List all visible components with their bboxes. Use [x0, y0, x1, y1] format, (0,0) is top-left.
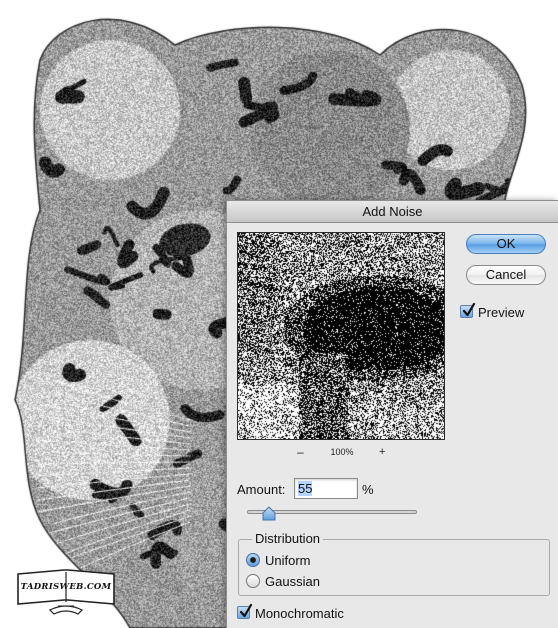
amount-unit-label: % [362, 482, 374, 497]
zoom-in-button[interactable]: + [379, 445, 385, 460]
monochromatic-checkbox[interactable] [237, 603, 253, 619]
amount-slider-thumb[interactable] [261, 506, 277, 522]
add-noise-dialog: Add Noise – 100% + OK Cancel Preview Amo… [226, 200, 558, 628]
watermark-logo: TADRISWEB.COM [14, 566, 118, 618]
watermark-text: TADRISWEB.COM [20, 582, 112, 592]
monochromatic-label[interactable]: Monochromatic [255, 606, 344, 621]
checkmark-icon [462, 302, 476, 317]
zoom-level-label: 100% [330, 447, 354, 457]
preview-label[interactable]: Preview [478, 305, 524, 320]
filter-preview[interactable] [237, 232, 445, 440]
dialog-title: Add Noise [227, 201, 558, 223]
cancel-button[interactable]: Cancel [466, 265, 546, 285]
distribution-legend: Distribution [252, 531, 324, 546]
preview-checkbox[interactable] [460, 302, 476, 318]
gaussian-radio[interactable] [246, 574, 260, 588]
amount-input[interactable]: 55 [294, 478, 358, 499]
zoom-out-button[interactable]: – [297, 445, 304, 459]
ok-button[interactable]: OK [466, 234, 546, 254]
amount-value: 55 [298, 481, 313, 496]
uniform-label[interactable]: Uniform [265, 553, 311, 568]
checkmark-icon [239, 603, 253, 618]
gaussian-label[interactable]: Gaussian [265, 574, 320, 589]
zoom-controls: – 100% + [287, 445, 397, 461]
book-logo-icon [17, 569, 115, 615]
amount-label: Amount: [237, 482, 286, 497]
uniform-radio[interactable] [246, 553, 260, 567]
preview-image [238, 233, 444, 439]
